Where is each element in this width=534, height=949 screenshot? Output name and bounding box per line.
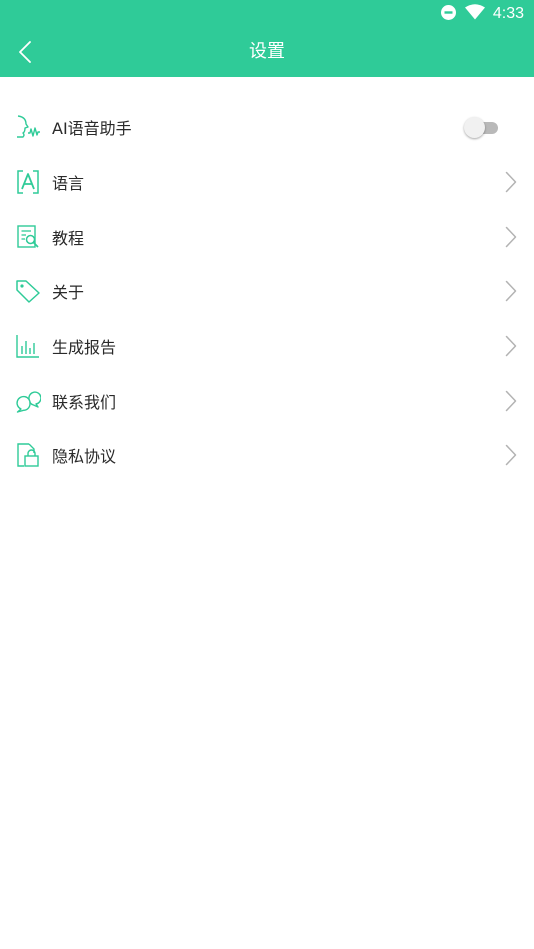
settings-item-label: AI语音助手 (52, 119, 132, 139)
settings-item-about[interactable]: 关于 (0, 264, 534, 319)
chevron-right-icon (505, 281, 517, 302)
do-not-disturb-icon (440, 4, 457, 25)
settings-item-privacy-agreement[interactable]: 隐私协议 (0, 428, 534, 483)
page-title: 设置 (249, 41, 285, 62)
settings-item-ai-voice-assistant[interactable]: AI语音助手 (0, 100, 534, 155)
settings-item-language[interactable]: 语言 (0, 155, 534, 210)
chevron-right-icon (505, 226, 517, 247)
settings-item-contact-us[interactable]: 联系我们 (0, 373, 534, 428)
settings-item-label: 生成报告 (52, 338, 117, 358)
voice-assistant-icon (15, 114, 41, 140)
tutorial-icon (15, 224, 41, 250)
back-button[interactable] (10, 36, 40, 68)
bar-chart-icon (15, 333, 41, 359)
back-arrow-icon (19, 41, 31, 63)
settings-screen: 4:33 设置 AI语音助手 语言 教程 关于 生成报告 联系我们 隐私协议 (0, 0, 534, 949)
chevron-right-icon (505, 335, 517, 357)
settings-item-tutorial[interactable]: 教程 (0, 209, 534, 264)
toggle-thumb (464, 117, 485, 139)
ai-voice-toggle[interactable] (464, 116, 498, 139)
settings-item-label: 语言 (52, 174, 85, 194)
settings-item-label: 隐私协议 (52, 447, 117, 467)
settings-list: AI语音助手 语言 教程 关于 生成报告 联系我们 隐私协议 (0, 100, 534, 483)
settings-item-generate-report[interactable]: 生成报告 (0, 319, 534, 374)
status-time: 4:33 (492, 5, 524, 22)
status-bar: 4:33 (0, 0, 534, 28)
status-icons: 4:33 (440, 4, 524, 24)
tag-icon (15, 278, 41, 304)
lock-document-icon (15, 442, 41, 468)
chevron-right-icon (505, 445, 517, 466)
chevron-right-icon (505, 171, 517, 193)
settings-item-label: 教程 (52, 228, 85, 248)
language-icon (15, 169, 41, 195)
wifi-icon (464, 4, 485, 24)
chat-bubbles-icon (15, 388, 41, 414)
chevron-right-icon (505, 390, 517, 412)
app-bar: 设置 (0, 28, 534, 77)
settings-item-label: 关于 (52, 283, 85, 303)
settings-item-label: 联系我们 (52, 392, 117, 412)
